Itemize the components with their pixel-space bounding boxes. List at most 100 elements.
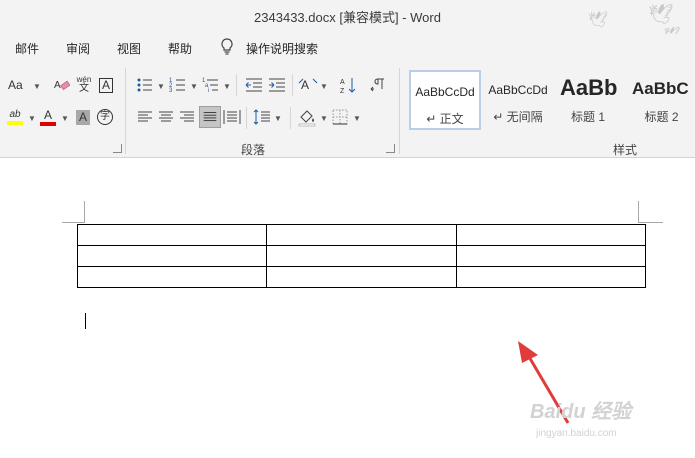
styles-group-label: 样式 [613, 143, 638, 157]
align-left-icon[interactable] [135, 107, 155, 127]
chevron-down-icon[interactable]: ▼ [61, 114, 69, 123]
enclose-label: 字 [97, 109, 113, 125]
decrease-indent-icon[interactable] [244, 75, 264, 95]
sort-icon[interactable]: A Z [338, 75, 358, 95]
increase-indent-icon[interactable] [267, 75, 287, 95]
table-cell[interactable] [76, 266, 268, 288]
table-cell[interactable] [76, 224, 268, 246]
enclose-characters-button[interactable]: 字 [95, 107, 115, 127]
group-separator [125, 68, 126, 154]
tell-me-search[interactable]: 操作说明搜索 [246, 40, 318, 57]
borders-icon[interactable] [330, 107, 350, 127]
font-color-bar [40, 121, 56, 126]
table-cell[interactable] [455, 266, 647, 288]
group-separator [290, 107, 291, 129]
chevron-down-icon[interactable]: ▼ [320, 114, 328, 123]
document-table[interactable] [76, 224, 647, 288]
multilevel-list-icon[interactable]: 1 a i [201, 75, 221, 95]
table-cell[interactable] [266, 266, 457, 288]
font-dialog-launcher[interactable] [113, 144, 122, 153]
chevron-down-icon[interactable]: ▼ [274, 114, 282, 123]
phonetic-guide-button[interactable]: wén 文 [74, 74, 94, 94]
table-cell[interactable] [266, 245, 457, 267]
char-border-label: A [98, 77, 113, 93]
lightbulb-icon[interactable] [219, 38, 235, 56]
table-cell[interactable] [76, 245, 268, 267]
svg-text:A: A [54, 80, 61, 91]
align-right-icon[interactable] [177, 107, 197, 127]
char-shading-label: A [75, 109, 90, 125]
svg-text:i: i [208, 88, 209, 94]
numbering-icon[interactable]: 1 2 3 [168, 75, 188, 95]
margin-mark [638, 222, 663, 223]
style-sample: AaBb [560, 75, 618, 100]
shading-bucket-icon[interactable] [297, 107, 317, 127]
table-cell[interactable] [266, 224, 457, 246]
svg-text:3: 3 [169, 88, 173, 94]
svg-text:Z: Z [340, 88, 345, 95]
tab-view[interactable]: 视图 [117, 40, 141, 57]
chevron-down-icon[interactable]: ▼ [190, 82, 198, 91]
show-paragraph-marks-icon[interactable] [368, 75, 388, 95]
distributed-icon[interactable] [222, 107, 242, 127]
bullets-icon[interactable] [135, 75, 155, 95]
line-spacing-icon[interactable] [252, 107, 272, 127]
text-highlight-button[interactable]: ab [5, 107, 25, 127]
paragraph-group-label: 段落 [241, 143, 266, 157]
character-border-button[interactable]: A [96, 75, 116, 95]
document-canvas[interactable]: Baidu 经验 jingyan.baidu.com [0, 159, 695, 458]
change-case-label: Aa [8, 78, 23, 92]
style-name: 标题 2 [644, 110, 679, 124]
group-separator [292, 74, 293, 96]
style-no-spacing[interactable]: AaBbCcDd ↵ 无间隔 [483, 70, 553, 130]
chevron-down-icon[interactable]: ▼ [33, 82, 41, 91]
style-sample: AaBbCcDd [415, 85, 475, 99]
bird-decoration-icon: 🕊 [588, 12, 609, 29]
table-row [76, 245, 647, 267]
tab-review[interactable]: 审阅 [66, 40, 90, 57]
chevron-down-icon[interactable]: ▼ [28, 114, 36, 123]
group-separator [236, 74, 237, 96]
watermark-url: jingyan.baidu.com [536, 428, 617, 439]
table-row [76, 266, 647, 288]
table-cell[interactable] [455, 245, 647, 267]
chinese-layout-icon[interactable]: A [298, 75, 318, 95]
character-shading-button[interactable]: A [73, 107, 93, 127]
justify-icon [203, 112, 217, 122]
tab-help[interactable]: 帮助 [168, 40, 192, 57]
style-sample: AaBbCcDd [488, 83, 548, 97]
chevron-down-icon[interactable]: ▼ [157, 82, 165, 91]
font-color-button[interactable]: A [38, 107, 58, 127]
align-center-icon[interactable] [156, 107, 176, 127]
change-case-button[interactable]: Aa [8, 75, 36, 95]
style-sample: AaBbC [632, 79, 689, 98]
chevron-down-icon[interactable]: ▼ [320, 82, 328, 91]
chevron-down-icon[interactable]: ▼ [353, 114, 361, 123]
margin-mark [84, 201, 85, 223]
justify-button[interactable] [199, 106, 221, 128]
margin-mark [62, 222, 85, 223]
paragraph-dialog-launcher[interactable] [386, 144, 395, 153]
watermark-brand: Baidu 经验 [530, 401, 632, 423]
clear-formatting-button[interactable]: A [52, 75, 72, 95]
style-normal[interactable]: AaBbCcDd ↵ 正文 [409, 70, 481, 130]
highlight-color-bar [7, 120, 23, 125]
tab-mailings[interactable]: 邮件 [15, 40, 39, 57]
svg-text:A: A [340, 79, 345, 86]
group-separator [399, 68, 400, 154]
highlight-label: ab [9, 108, 21, 120]
style-heading-2[interactable]: AaBbC 标题 2 [628, 70, 695, 130]
group-separator [246, 107, 247, 129]
title-bar: 2343433.docx [兼容模式] - Word 🕊 🕊 🕊 [0, 0, 695, 41]
ribbon-tabs: 邮件 审阅 视图 帮助 操作说明搜索 [0, 34, 695, 62]
text-cursor [85, 313, 86, 329]
style-heading-1[interactable]: AaBb 标题 1 [556, 70, 620, 130]
eraser-icon: A [54, 80, 70, 91]
ribbon: Aa ▼ A wén 文 A ab ▼ A ▼ A 字 ▼ 1 2 3 ▼ 1 … [0, 62, 695, 158]
table-row [76, 224, 647, 246]
margin-mark [638, 201, 639, 223]
table-cell[interactable] [455, 224, 647, 246]
style-name: ↵ 正文 [426, 112, 464, 126]
style-name: 标题 1 [570, 110, 605, 124]
chevron-down-icon[interactable]: ▼ [223, 82, 231, 91]
